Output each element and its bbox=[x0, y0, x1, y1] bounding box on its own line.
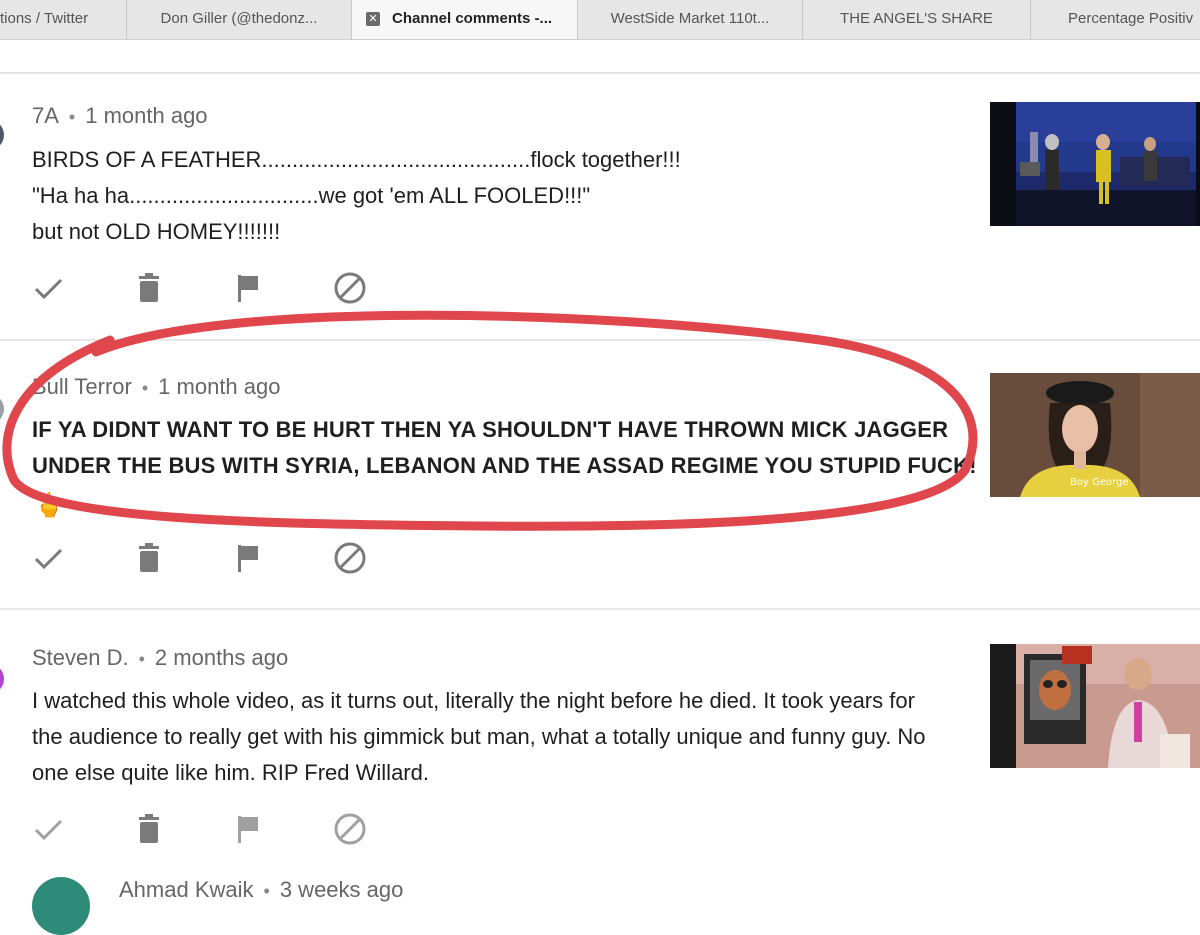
comment-meta: 7A • 1 month ago bbox=[32, 103, 208, 129]
tab-label: Don Giller (@thedonz... bbox=[160, 10, 318, 27]
tab-westside-market[interactable]: WestSide Market 110t... bbox=[578, 0, 803, 39]
close-tab-icon[interactable]: ✕ bbox=[366, 12, 380, 26]
comment-line: BIRDS OF A FEATHER......................… bbox=[32, 147, 681, 172]
separator-dot: • bbox=[263, 881, 270, 901]
tab-channel-comments[interactable]: ✕ Channel comments -... bbox=[352, 0, 578, 39]
trash-icon[interactable] bbox=[132, 271, 166, 305]
comment-time: 1 month ago bbox=[85, 103, 208, 128]
video-thumbnail[interactable] bbox=[990, 644, 1200, 768]
comment-line: one else quite like him. RIP Fred Willar… bbox=[32, 760, 429, 785]
flag-icon[interactable] bbox=[232, 812, 266, 846]
comment-author[interactable]: Ahmad Kwaik bbox=[119, 877, 254, 902]
trash-icon[interactable] bbox=[132, 541, 166, 575]
comment-line: I watched this whole video, as it turns … bbox=[32, 688, 915, 713]
boy-george-image: Boy George bbox=[990, 373, 1200, 497]
tab-label: THE ANGEL'S SHARE bbox=[840, 10, 993, 27]
comment-line: the audience to really get with his gimm… bbox=[32, 724, 926, 749]
comment-divider bbox=[0, 608, 1200, 610]
avatar[interactable] bbox=[32, 877, 90, 935]
middle-finger-emoji: 🖕 bbox=[34, 492, 64, 519]
video-thumbnail[interactable] bbox=[990, 102, 1200, 226]
block-icon[interactable] bbox=[333, 541, 367, 575]
comment-meta: Ahmad Kwaik • 3 weeks ago bbox=[119, 877, 403, 903]
comment-text: BIRDS OF A FEATHER......................… bbox=[32, 142, 681, 250]
avatar[interactable] bbox=[0, 664, 4, 694]
separator-dot: • bbox=[141, 378, 149, 398]
approve-check-icon[interactable] bbox=[32, 541, 66, 575]
tab-don-giller[interactable]: Don Giller (@thedonz... bbox=[127, 0, 352, 39]
tab-label: Percentage Positiv bbox=[1068, 10, 1194, 27]
separator-dot: • bbox=[138, 649, 145, 669]
separator-dot: • bbox=[68, 107, 76, 127]
comment-author[interactable]: 7A bbox=[32, 103, 59, 128]
comment-line: UNDER THE BUS WITH SYRIA, LEBANON AND TH… bbox=[32, 453, 977, 478]
comment-divider bbox=[0, 339, 1200, 341]
tab-label: Channel comments -... bbox=[392, 10, 553, 27]
divider bbox=[0, 72, 1200, 74]
flag-icon[interactable] bbox=[232, 271, 266, 305]
video-thumbnail[interactable]: Boy George bbox=[990, 373, 1200, 497]
comment-time: 1 month ago bbox=[158, 374, 281, 399]
comment-time: 2 months ago bbox=[154, 645, 289, 670]
comment-line: IF YA DIDNT WANT TO BE HURT THEN YA SHOU… bbox=[32, 417, 949, 442]
comment-meta: Steven D. • 2 months ago bbox=[32, 645, 288, 671]
avatar[interactable] bbox=[0, 120, 4, 150]
comment-text: I watched this whole video, as it turns … bbox=[32, 683, 926, 791]
tab-twitter[interactable]: tions / Twitter bbox=[0, 0, 127, 39]
comment-line: but not OLD HOMEY!!!!!!! bbox=[32, 219, 281, 244]
flag-icon[interactable] bbox=[232, 541, 266, 575]
tab-label: WestSide Market 110t... bbox=[610, 10, 770, 27]
comment-time: 3 weeks ago bbox=[279, 877, 404, 902]
tab-label: tions / Twitter bbox=[0, 10, 89, 27]
comment-line: "Ha ha ha...............................… bbox=[32, 183, 591, 208]
comment-author[interactable]: Steven D. bbox=[32, 645, 129, 670]
browser-tab-bar: tions / Twitter Don Giller (@thedonz... … bbox=[0, 0, 1200, 40]
block-icon[interactable] bbox=[333, 271, 367, 305]
approve-check-icon[interactable] bbox=[32, 271, 66, 305]
block-icon[interactable] bbox=[333, 812, 367, 846]
tab-percentage-positive[interactable]: Percentage Positiv bbox=[1031, 0, 1200, 39]
comment-meta: Bull Terror • 1 month ago bbox=[32, 374, 280, 400]
tab-angels-share[interactable]: THE ANGEL'S SHARE bbox=[803, 0, 1031, 39]
thumbnail-caption: Boy George bbox=[1070, 477, 1129, 488]
approve-check-icon[interactable] bbox=[32, 812, 66, 846]
trash-icon[interactable] bbox=[132, 812, 166, 846]
avatar[interactable] bbox=[0, 394, 4, 424]
comment-text: IF YA DIDNT WANT TO BE HURT THEN YA SHOU… bbox=[32, 412, 977, 484]
comment-author[interactable]: Bull Terror bbox=[32, 374, 132, 399]
stage-performance-image bbox=[990, 102, 1200, 226]
fred-willard-image bbox=[990, 644, 1200, 768]
